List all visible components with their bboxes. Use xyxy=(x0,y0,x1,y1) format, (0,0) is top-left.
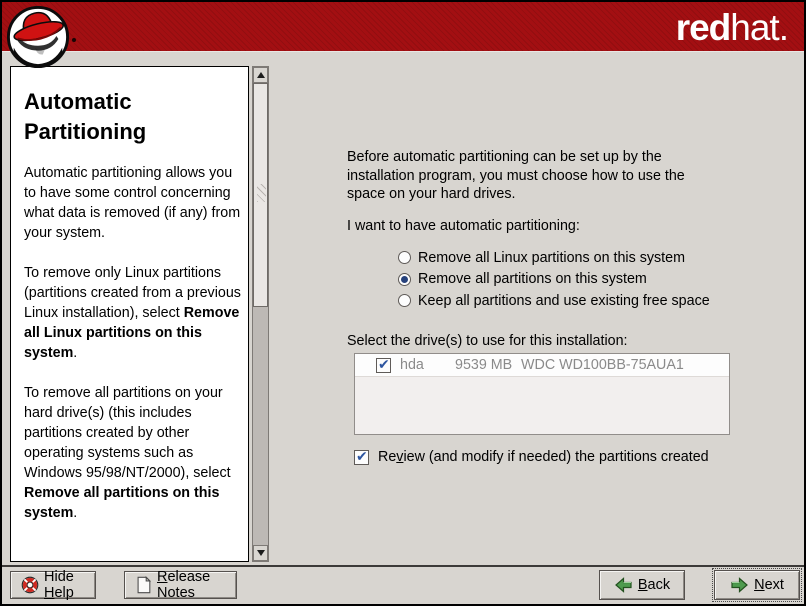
hide-help-label: Hide Help xyxy=(44,569,85,601)
wordmark-rest: hat. xyxy=(730,7,788,49)
radio-button[interactable] xyxy=(398,251,411,264)
partitioning-options: Remove all Linux partitions on this syst… xyxy=(398,247,710,312)
review-partitions-option[interactable]: Review (and modify if needed) the partit… xyxy=(354,449,709,465)
next-button[interactable]: Next xyxy=(714,570,800,600)
hide-help-button[interactable]: Hide Help xyxy=(10,571,96,599)
intro-text: Before automatic partitioning can be set… xyxy=(347,148,692,204)
help-paragraph-3: To remove all partitions on your hard dr… xyxy=(24,383,242,523)
radio-button[interactable] xyxy=(398,294,411,307)
help-title: Automatic Partitioning xyxy=(24,87,242,147)
next-label: Next xyxy=(754,577,784,593)
next-button-focus-ring: Next xyxy=(712,568,802,602)
arrow-down-icon xyxy=(257,550,265,556)
redhat-shadowman-icon xyxy=(6,5,70,69)
release-notes-button[interactable]: Release Notes xyxy=(124,571,237,599)
radio-label: Remove all Linux partitions on this syst… xyxy=(418,250,685,266)
drive-list[interactable]: hda 9539 MB WDC WD100BB-75AUA1 xyxy=(354,353,730,435)
scroll-up-button[interactable] xyxy=(253,67,268,83)
wordmark-bold: red xyxy=(676,7,731,49)
redhat-wordmark: redhat. xyxy=(676,6,788,50)
radio-keep-all-partitions[interactable]: Keep all partitions and use existing fre… xyxy=(398,290,710,312)
drive-checkbox[interactable] xyxy=(376,358,391,373)
installer-window: redhat. Automatic Partitioning Automatic… xyxy=(0,0,806,606)
registered-trademark-dot xyxy=(72,38,76,42)
drive-row-hda[interactable]: hda 9539 MB WDC WD100BB-75AUA1 xyxy=(355,354,729,377)
footer-separator xyxy=(2,565,804,567)
drives-label: Select the drive(s) to use for this inst… xyxy=(347,332,628,351)
scroll-down-button[interactable] xyxy=(253,545,268,561)
drive-size: 9539 MB xyxy=(455,357,521,373)
help-paragraph-2: To remove only Linux partitions (partiti… xyxy=(24,263,242,363)
header-bar: redhat. xyxy=(2,2,804,52)
help-scrollbar[interactable] xyxy=(252,66,269,562)
radio-remove-all-partitions[interactable]: Remove all partitions on this system xyxy=(398,269,710,291)
document-icon xyxy=(135,576,152,594)
release-notes-label: Release Notes xyxy=(157,569,226,601)
drive-model: WDC WD100BB-75AUA1 xyxy=(521,357,684,373)
scrollbar-grip xyxy=(257,184,266,202)
next-arrow-icon xyxy=(730,577,749,593)
arrow-up-icon xyxy=(257,72,265,78)
radio-remove-linux-partitions[interactable]: Remove all Linux partitions on this syst… xyxy=(398,247,710,269)
life-ring-icon xyxy=(21,576,39,594)
review-checkbox[interactable] xyxy=(354,450,369,465)
back-button[interactable]: Back xyxy=(599,570,685,600)
radio-label: Keep all partitions and use existing fre… xyxy=(418,293,710,309)
back-label: Back xyxy=(638,577,670,593)
review-label: Review (and modify if needed) the partit… xyxy=(378,449,709,465)
partitioning-prompt: I want to have automatic partitioning: xyxy=(347,217,580,236)
scrollbar-thumb[interactable] xyxy=(253,83,268,307)
drive-name: hda xyxy=(400,357,455,373)
back-arrow-icon xyxy=(614,577,633,593)
radio-label: Remove all partitions on this system xyxy=(418,271,647,287)
radio-button[interactable] xyxy=(398,273,411,286)
help-panel: Automatic Partitioning Automatic partiti… xyxy=(10,66,249,562)
help-paragraph-1: Automatic partitioning allows you to hav… xyxy=(24,163,242,243)
